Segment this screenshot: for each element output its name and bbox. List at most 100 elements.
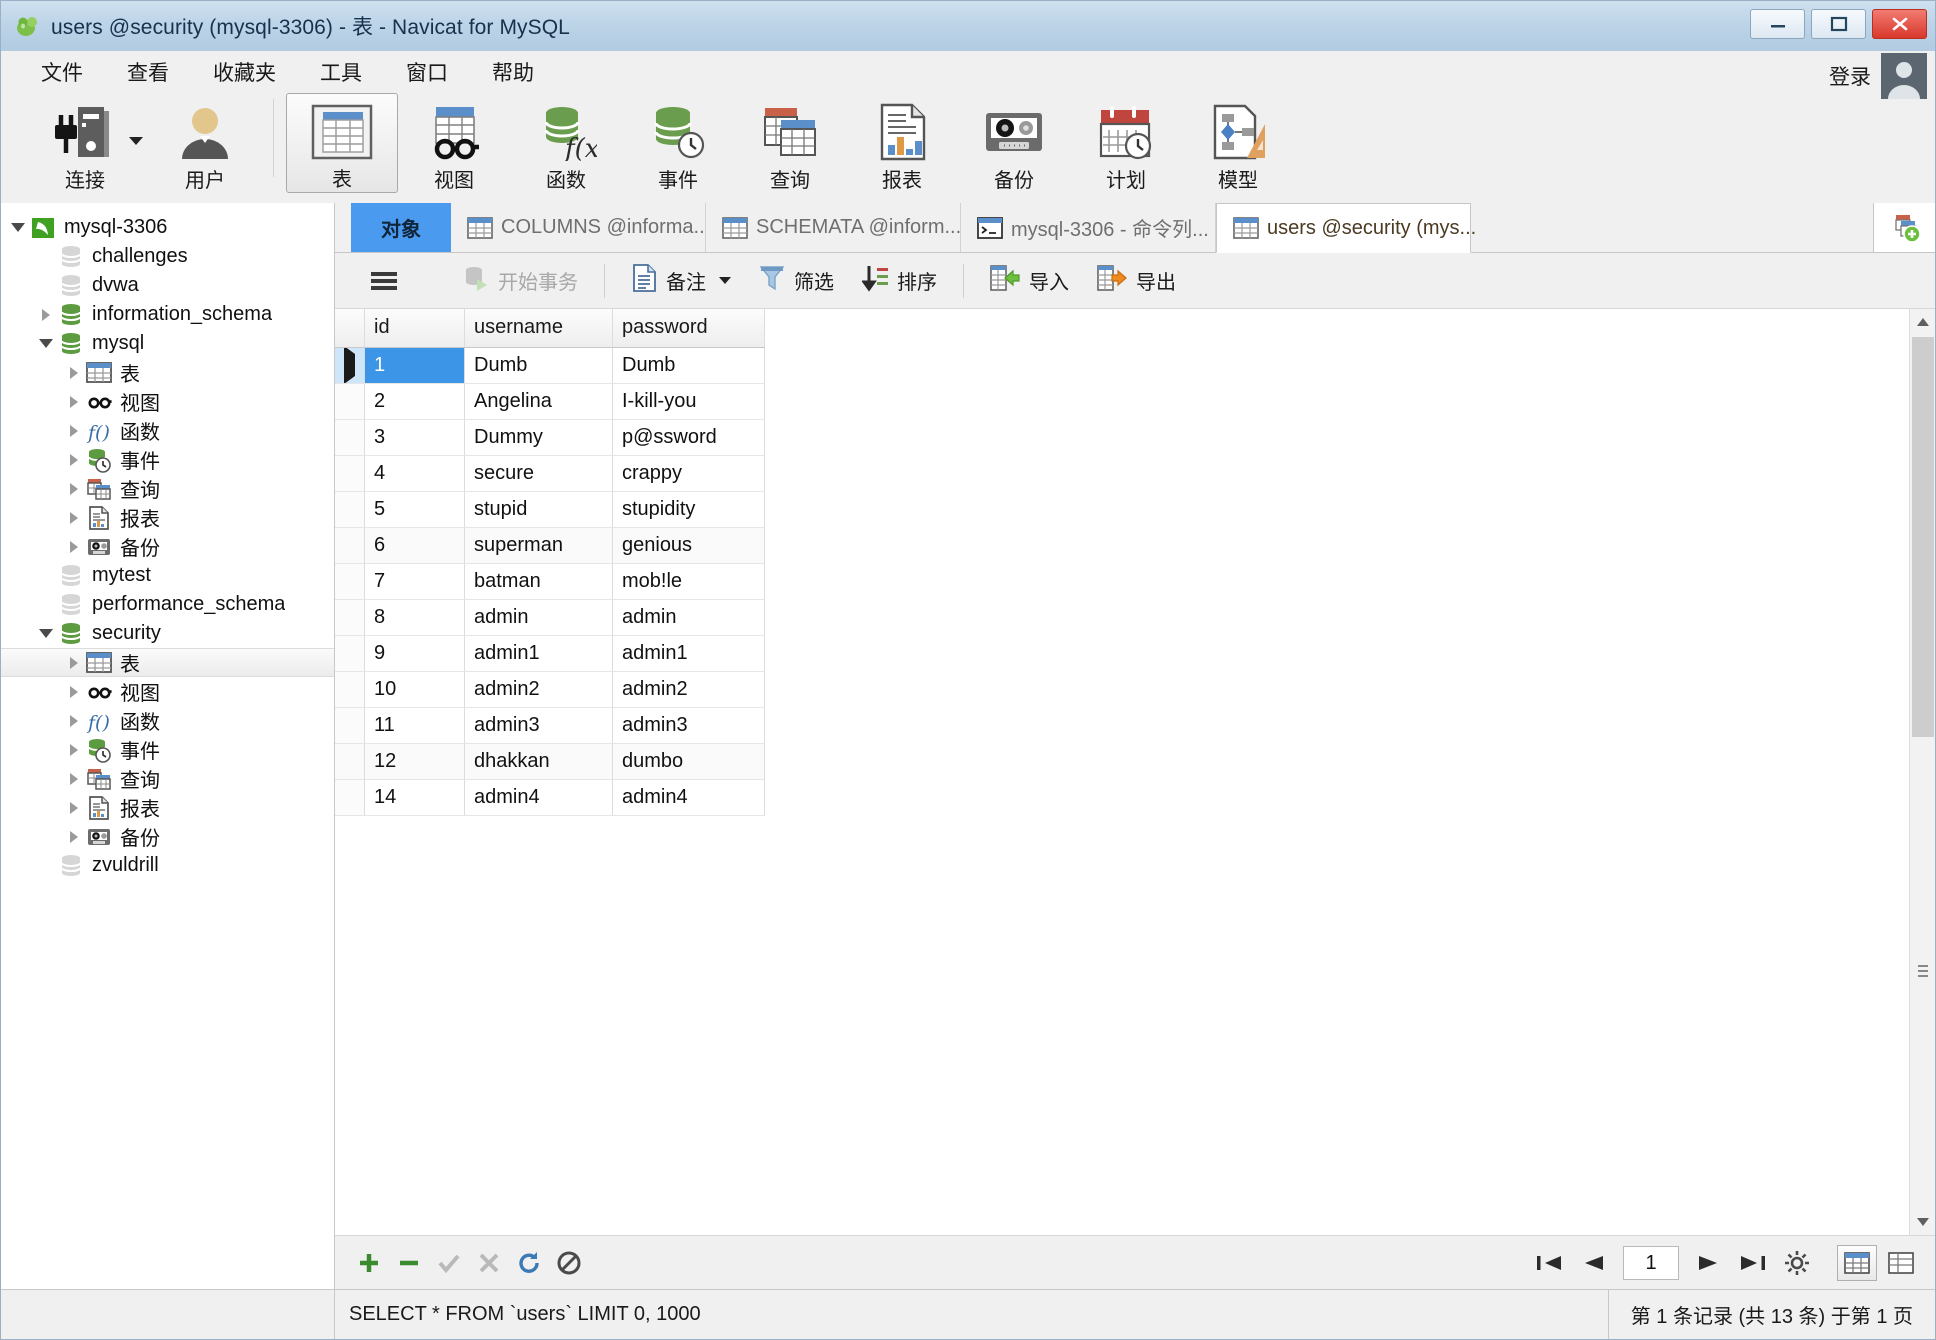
column-header-password[interactable]: password <box>612 309 765 348</box>
next-page-button[interactable] <box>1689 1243 1729 1283</box>
cell-username[interactable]: stupid <box>464 491 613 528</box>
cell-username[interactable]: admin1 <box>464 635 613 672</box>
cell-password[interactable]: admin <box>612 599 765 636</box>
row-marker[interactable] <box>335 455 365 492</box>
chevron-right-icon[interactable] <box>35 308 57 321</box>
tree-node-queries[interactable]: 查询 <box>1 474 334 503</box>
column-header-id[interactable]: id <box>364 309 465 348</box>
cell-username[interactable]: admin4 <box>464 779 613 816</box>
cell-password[interactable]: genious <box>612 527 765 564</box>
cell-password[interactable]: I-kill-you <box>612 383 765 420</box>
tree-node-mytest[interactable]: mytest <box>1 561 334 590</box>
chevron-right-icon[interactable] <box>63 772 85 785</box>
export-button[interactable]: 导出 <box>1083 259 1190 303</box>
table-row[interactable]: 14 admin4 admin4 <box>335 779 765 816</box>
minimize-icon[interactable] <box>1750 9 1805 39</box>
scrollbar-thumb[interactable] <box>1911 337 1934 737</box>
grid-view-button[interactable] <box>1837 1244 1877 1281</box>
toolbar-connection[interactable]: 连接 <box>21 93 149 193</box>
row-marker[interactable] <box>335 563 365 600</box>
chevron-down-icon[interactable] <box>719 277 731 284</box>
cell-id[interactable]: 6 <box>364 527 465 564</box>
row-marker[interactable] <box>335 779 365 816</box>
table-row[interactable]: 12 dhakkan dumbo <box>335 743 765 780</box>
tree-node-tables[interactable]: 表 <box>1 358 334 387</box>
tree-node-events[interactable]: 事件 <box>1 445 334 474</box>
cell-id[interactable]: 12 <box>364 743 465 780</box>
tree-node-zvuldrill[interactable]: zvuldrill <box>1 851 334 880</box>
delete-record-button[interactable] <box>389 1243 429 1283</box>
cell-password[interactable]: Dumb <box>612 347 765 384</box>
table-row[interactable]: 1 Dumb Dumb <box>335 347 765 384</box>
begin-transaction-button[interactable]: 开始事务 <box>449 259 592 303</box>
cell-username[interactable]: batman <box>464 563 613 600</box>
note-button[interactable]: 备注 <box>617 259 745 303</box>
tree-node-performance_schema[interactable]: performance_schema <box>1 590 334 619</box>
cell-id[interactable]: 1 <box>364 347 465 384</box>
filter-button[interactable]: 筛选 <box>745 259 848 303</box>
tree-node-functions[interactable]: f() 函数 <box>1 706 334 735</box>
cell-password[interactable]: mob!le <box>612 563 765 600</box>
scroll-up-icon[interactable] <box>1910 309 1936 335</box>
table-row[interactable]: 10 admin2 admin2 <box>335 671 765 708</box>
menu-help[interactable]: 帮助 <box>470 53 556 91</box>
user-avatar-icon[interactable] <box>1881 53 1927 99</box>
cell-username[interactable]: Dumb <box>464 347 613 384</box>
cell-id[interactable]: 3 <box>364 419 465 456</box>
menu-tools[interactable]: 工具 <box>298 53 384 91</box>
tree-node-queries[interactable]: 查询 <box>1 764 334 793</box>
chevron-right-icon[interactable] <box>63 366 85 379</box>
chevron-down-icon[interactable] <box>129 137 143 145</box>
cell-password[interactable]: p@ssword <box>612 419 765 456</box>
hamburger-menu-icon[interactable] <box>355 259 413 303</box>
cell-username[interactable]: admin <box>464 599 613 636</box>
cell-password[interactable]: dumbo <box>612 743 765 780</box>
chevron-right-icon[interactable] <box>63 511 85 524</box>
chevron-right-icon[interactable] <box>63 395 85 408</box>
tree-node-challenges[interactable]: challenges <box>1 242 334 271</box>
menu-view[interactable]: 查看 <box>105 53 191 91</box>
chevron-right-icon[interactable] <box>63 714 85 727</box>
toolbar-backup[interactable]: 备份 <box>958 93 1070 193</box>
menu-favorites[interactable]: 收藏夹 <box>191 53 298 91</box>
refresh-button[interactable] <box>509 1243 549 1283</box>
table-row[interactable]: 3 Dummy p@ssword <box>335 419 765 456</box>
login-link[interactable]: 登录 <box>1829 61 1871 91</box>
menu-window[interactable]: 窗口 <box>384 53 470 91</box>
sort-button[interactable]: 排序 <box>848 259 951 303</box>
row-marker[interactable] <box>335 707 365 744</box>
import-button[interactable]: 导入 <box>976 259 1083 303</box>
cancel-change-button[interactable] <box>469 1243 509 1283</box>
chevron-right-icon[interactable] <box>63 685 85 698</box>
toolbar-event[interactable]: 事件 <box>622 93 734 193</box>
cell-username[interactable]: dhakkan <box>464 743 613 780</box>
tree-node-backups[interactable]: 备份 <box>1 822 334 851</box>
data-grid[interactable]: id username password 1 Dumb Dumb 2 Angelina I… <box>335 309 1909 1235</box>
tab-columns[interactable]: COLUMNS @informa... <box>451 203 710 252</box>
toolbar-user[interactable]: 用户 <box>149 93 261 193</box>
toolbar-query[interactable]: 查询 <box>734 93 846 193</box>
tab-objects[interactable]: 对象 <box>351 203 451 252</box>
row-marker[interactable] <box>335 527 365 564</box>
tree-node-mysql-3306[interactable]: mysql-3306 <box>1 213 334 242</box>
row-marker[interactable] <box>335 671 365 708</box>
toolbar-table[interactable]: 表 <box>286 93 398 193</box>
tree-node-views[interactable]: 视图 <box>1 677 334 706</box>
tree-node-tables[interactable]: 表 <box>1 648 334 677</box>
chevron-right-icon[interactable] <box>63 453 85 466</box>
tree-node-reports[interactable]: 报表 <box>1 503 334 532</box>
page-number-input[interactable]: 1 <box>1623 1245 1679 1280</box>
cell-id[interactable]: 4 <box>364 455 465 492</box>
tree-node-security[interactable]: security <box>1 619 334 648</box>
apply-change-button[interactable] <box>429 1243 469 1283</box>
add-record-button[interactable] <box>349 1243 389 1283</box>
chevron-down-icon[interactable] <box>35 339 57 348</box>
table-row[interactable]: 7 batman mob!le <box>335 563 765 600</box>
cell-id[interactable]: 11 <box>364 707 465 744</box>
chevron-right-icon[interactable] <box>63 830 85 843</box>
menu-file[interactable]: 文件 <box>19 53 105 91</box>
last-page-button[interactable] <box>1733 1243 1773 1283</box>
chevron-right-icon[interactable] <box>63 540 85 553</box>
cell-username[interactable]: Angelina <box>464 383 613 420</box>
new-tab-icon[interactable] <box>1873 203 1935 252</box>
